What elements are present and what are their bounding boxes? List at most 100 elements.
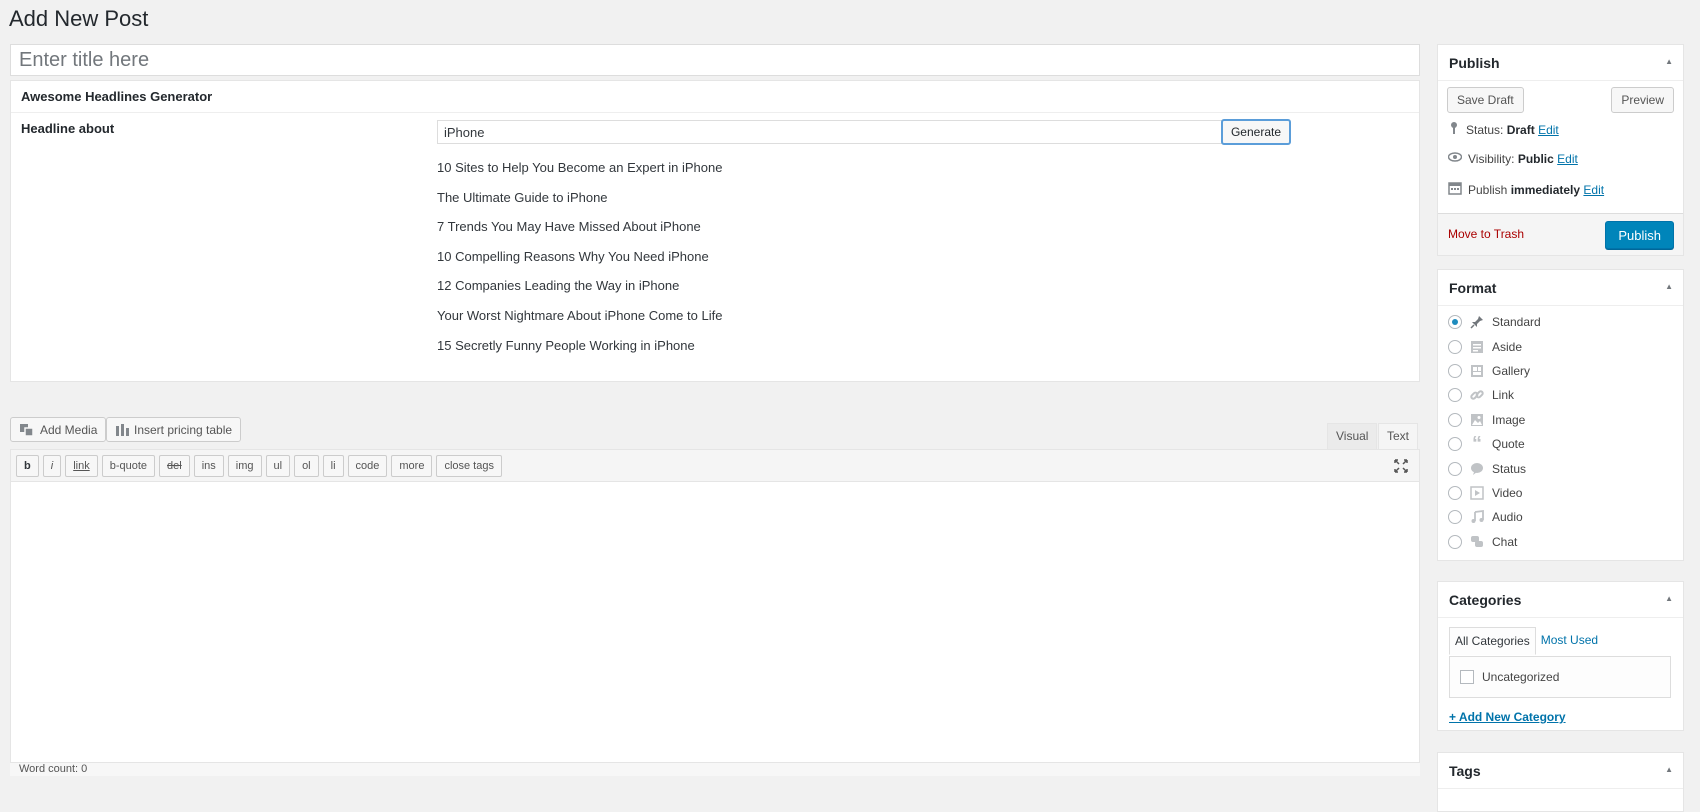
format-option-gallery[interactable]: Gallery	[1448, 359, 1541, 383]
headline-result-item: 10 Sites to Help You Become an Expert in…	[437, 160, 723, 175]
publish-button[interactable]: Publish	[1605, 221, 1674, 249]
tab-visual[interactable]: Visual	[1327, 423, 1378, 449]
format-box-header[interactable]: Format ▲	[1438, 270, 1683, 306]
video-icon	[1469, 485, 1485, 501]
bar-chart-icon	[115, 423, 129, 437]
format-option-video[interactable]: Video	[1448, 481, 1541, 505]
audio-icon	[1469, 509, 1485, 525]
categories-box: Categories ▲ All Categories Most Used Un…	[1437, 581, 1684, 731]
toggle-arrow-icon[interactable]: ▲	[1665, 282, 1673, 291]
format-option-link[interactable]: Link	[1448, 383, 1541, 407]
qt-ul-button[interactable]: ul	[265, 454, 291, 477]
status-row: Status: Draft Edit	[1448, 121, 1559, 138]
radio-button[interactable]	[1448, 510, 1462, 525]
qt-code-button[interactable]: code	[347, 454, 388, 477]
chat-icon	[1469, 534, 1485, 550]
headline-result-item: 7 Trends You May Have Missed About iPhon…	[437, 219, 701, 235]
headline-result-item: 12 Companies Leading the Way in iPhone	[437, 278, 680, 294]
format-box: Format ▲ Standard Aside Gallery Link Ima…	[1437, 269, 1684, 561]
qt-ins-button[interactable]: ins	[193, 454, 224, 477]
edit-publish-time-link[interactable]: Edit	[1583, 183, 1604, 197]
save-draft-button[interactable]: Save Draft	[1447, 87, 1524, 113]
tab-most-used[interactable]: Most Used	[1536, 627, 1603, 655]
status-value: Draft	[1506, 122, 1535, 137]
publish-time-value: immediately	[1510, 182, 1581, 197]
qt-bold-button[interactable]: b	[16, 454, 39, 477]
radio-button[interactable]	[1448, 339, 1462, 354]
format-option-quote[interactable]: “ Quote	[1448, 432, 1541, 456]
tags-box-header[interactable]: Tags ▲	[1438, 753, 1683, 789]
toggle-arrow-icon[interactable]: ▲	[1665, 594, 1673, 603]
editor-textarea[interactable]	[11, 482, 1419, 762]
qt-blockquote-button[interactable]: b-quote	[101, 454, 156, 477]
format-option-aside[interactable]: Aside	[1448, 334, 1541, 358]
calendar-icon	[1448, 181, 1462, 198]
quote-icon: “	[1472, 433, 1482, 456]
radio-button[interactable]	[1448, 461, 1462, 476]
headlines-generator-box: Awesome Headlines Generator Headline abo…	[10, 80, 1420, 382]
format-option-audio[interactable]: Audio	[1448, 505, 1541, 529]
format-option-status[interactable]: Status	[1448, 456, 1541, 480]
headline-result-item: Your Worst Nightmare About iPhone Come t…	[437, 307, 723, 323]
preview-button[interactable]: Preview	[1611, 87, 1674, 113]
edit-status-link[interactable]: Edit	[1538, 123, 1559, 137]
qt-ol-button[interactable]: ol	[294, 454, 319, 477]
pin-icon	[1448, 121, 1460, 138]
tags-box: Tags ▲	[1437, 752, 1684, 812]
category-item-uncategorized[interactable]: Uncategorized	[1460, 670, 1559, 684]
headlines-box-title: Awesome Headlines Generator	[11, 81, 1419, 113]
radio-button[interactable]	[1448, 388, 1462, 403]
publish-time-row: Publish immediately Edit	[1448, 181, 1604, 198]
headline-results: 10 Sites to Help You Become an Expert in…	[437, 159, 722, 366]
generate-button[interactable]: Generate	[1221, 119, 1291, 145]
headline-result-item: 15 Secretly Funny People Working in iPho…	[437, 337, 695, 353]
pin-icon	[1469, 314, 1485, 330]
tab-text[interactable]: Text	[1378, 423, 1419, 449]
post-editor: b i link b-quote del ins img ul ol li co…	[10, 449, 1420, 776]
post-title-input[interactable]	[10, 44, 1420, 76]
qt-more-button[interactable]: more	[391, 454, 433, 477]
category-tabs: All Categories Most Used	[1449, 627, 1603, 655]
add-new-category-link[interactable]: + Add New Category	[1449, 710, 1566, 724]
qt-img-button[interactable]: img	[227, 454, 262, 477]
qt-italic-button[interactable]: i	[42, 454, 62, 477]
image-icon	[1469, 412, 1485, 428]
gallery-icon	[1469, 363, 1485, 379]
qt-link-button[interactable]: link	[65, 454, 98, 477]
publish-box-header[interactable]: Publish ▲	[1438, 45, 1683, 81]
toggle-arrow-icon[interactable]: ▲	[1665, 57, 1673, 66]
radio-button[interactable]	[1448, 437, 1462, 452]
checkbox[interactable]	[1460, 670, 1474, 684]
radio-button[interactable]	[1448, 485, 1462, 500]
categories-box-title: Categories	[1449, 592, 1522, 608]
tags-box-title: Tags	[1449, 763, 1481, 779]
headline-topic-input[interactable]	[437, 120, 1231, 144]
add-media-button[interactable]: Add Media	[10, 417, 107, 442]
word-count: Word count: 0	[10, 762, 1420, 776]
format-options: Standard Aside Gallery Link Image “ Quot…	[1448, 310, 1541, 554]
aside-icon	[1469, 339, 1485, 355]
fullscreen-icon[interactable]	[1393, 458, 1409, 474]
radio-button[interactable]	[1448, 534, 1462, 549]
edit-visibility-link[interactable]: Edit	[1557, 152, 1578, 166]
qt-del-button[interactable]: del	[159, 454, 190, 477]
insert-pricing-table-button[interactable]: Insert pricing table	[106, 417, 242, 442]
media-icon	[19, 422, 35, 438]
publish-box-title: Publish	[1449, 55, 1500, 71]
radio-button[interactable]	[1448, 363, 1462, 378]
move-to-trash-link[interactable]: Move to Trash	[1448, 227, 1524, 241]
format-option-chat[interactable]: Chat	[1448, 530, 1541, 554]
visibility-row: Visibility: Public Edit	[1447, 151, 1578, 166]
radio-button[interactable]	[1448, 315, 1462, 330]
qt-li-button[interactable]: li	[322, 454, 344, 477]
categories-box-header[interactable]: Categories ▲	[1438, 582, 1683, 618]
format-box-title: Format	[1449, 280, 1497, 296]
radio-button[interactable]	[1448, 412, 1462, 427]
qt-close-tags-button[interactable]: close tags	[436, 454, 502, 477]
toggle-arrow-icon[interactable]: ▲	[1665, 765, 1673, 774]
headline-about-label: Headline about	[21, 121, 115, 136]
format-option-standard[interactable]: Standard	[1448, 310, 1541, 334]
format-option-image[interactable]: Image	[1448, 408, 1541, 432]
page-title: Add New Post	[9, 6, 149, 31]
tab-all-categories[interactable]: All Categories	[1449, 627, 1536, 655]
